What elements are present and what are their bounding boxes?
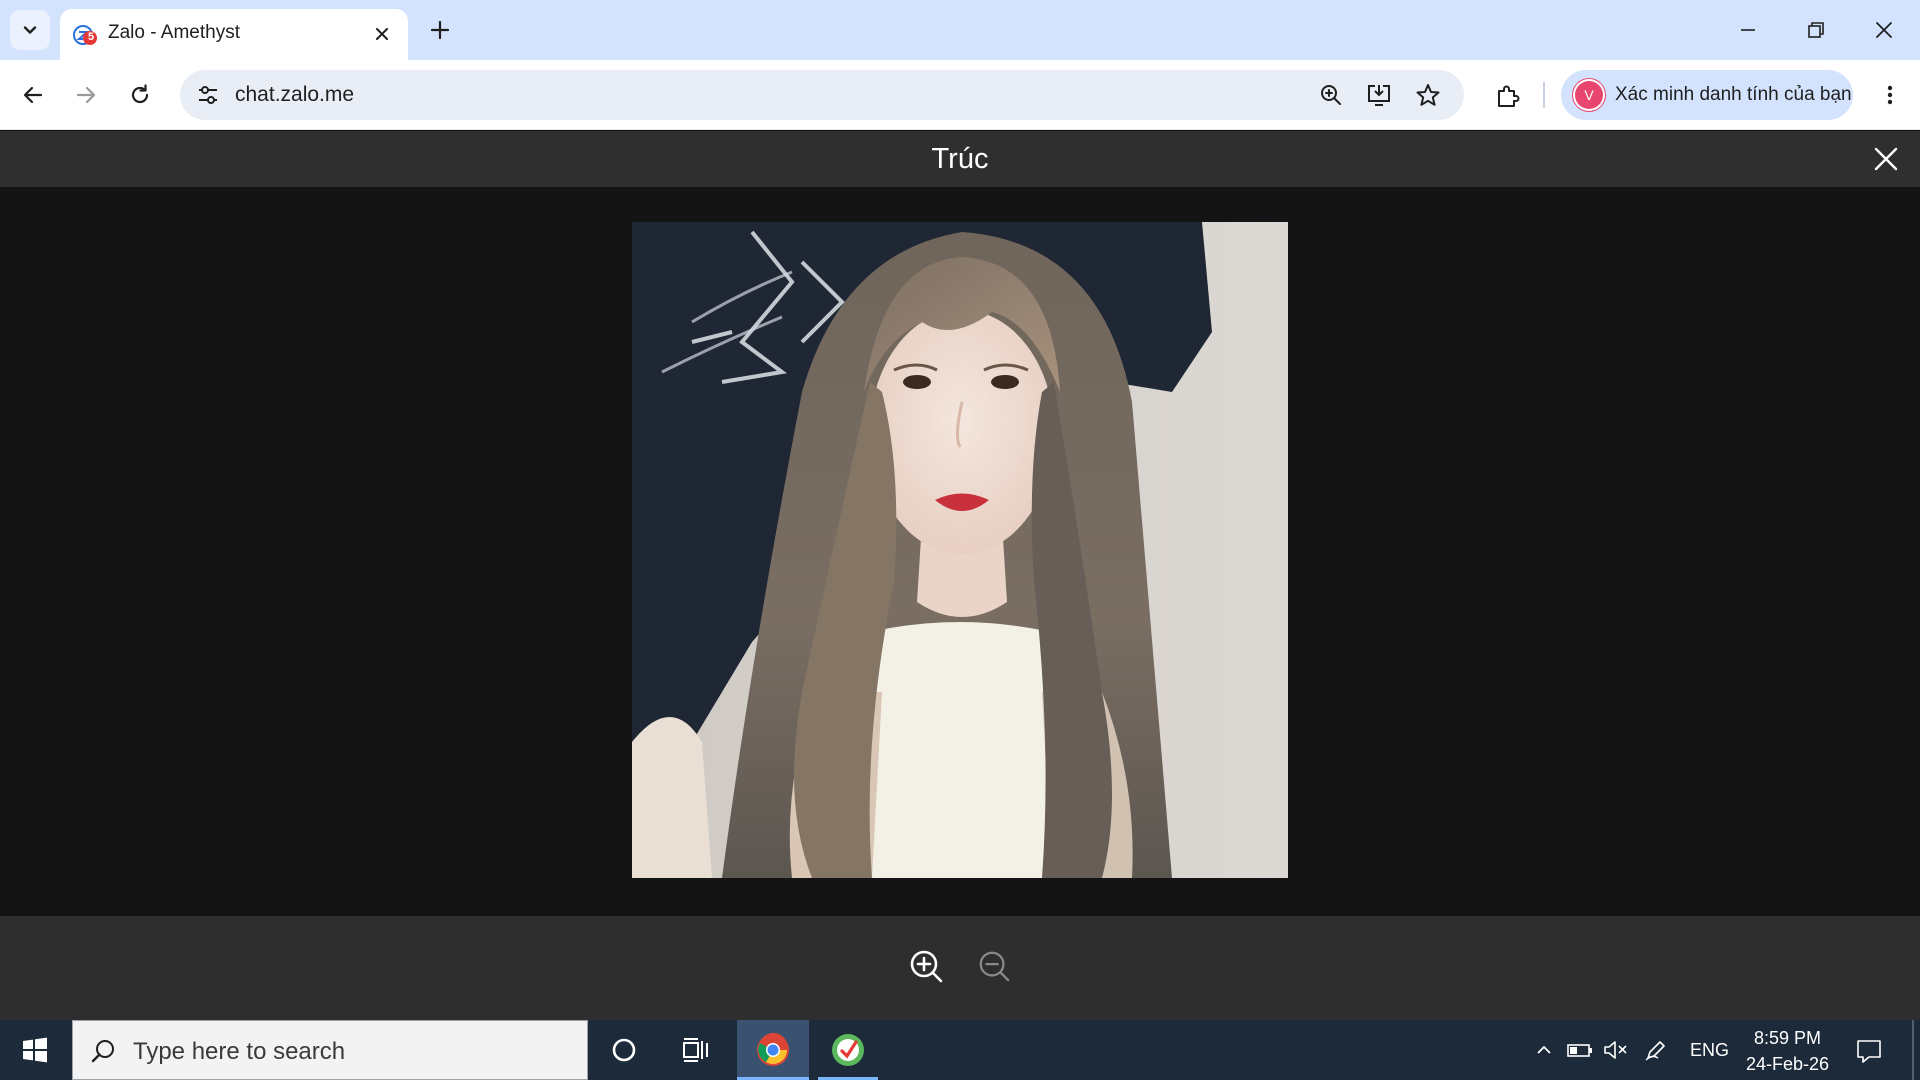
profile-chip-label: Xác minh danh tính của bạn [1615, 84, 1852, 105]
chevron-down-icon [23, 26, 37, 34]
site-info-button[interactable] [190, 77, 226, 113]
plus-icon [430, 20, 450, 40]
close-icon [1874, 147, 1898, 171]
browser-toolbar: chat.zalo.me V Xác minh danh tính của bạ… [0, 60, 1920, 130]
taskbar-chrome-app[interactable] [737, 1020, 809, 1080]
notification-icon [1857, 1040, 1881, 1063]
reload-button[interactable] [120, 75, 160, 115]
arrow-left-icon [23, 86, 43, 104]
url-text: chat.zalo.me [235, 83, 355, 106]
bookmark-button[interactable] [1412, 79, 1444, 111]
new-tab-button[interactable] [422, 12, 458, 48]
restore-button[interactable] [1782, 0, 1850, 60]
clock-date: 24-Feb-26 [1745, 1054, 1830, 1074]
minimize-icon [1741, 29, 1755, 31]
windows-logo-icon [23, 1037, 47, 1063]
task-view-icon [683, 1038, 708, 1062]
install-icon [1368, 85, 1390, 106]
browser-tab-strip: 5 Zalo - Amethyst [0, 0, 1920, 60]
battery-button[interactable] [1564, 1034, 1596, 1066]
chrome-icon [757, 1032, 789, 1066]
back-button[interactable] [13, 75, 53, 115]
search-icon [87, 1035, 119, 1067]
profile-avatar: V [1575, 81, 1603, 109]
cortana-circle-icon [612, 1038, 636, 1062]
tab-zalo[interactable]: 5 Zalo - Amethyst [60, 9, 408, 60]
close-icon [376, 28, 388, 40]
taskbar-search-placeholder: Type here to search [133, 1038, 346, 1065]
forward-button[interactable] [66, 75, 106, 115]
clock-time: 8:59 PM [1753, 1028, 1822, 1048]
tab-search-button[interactable] [10, 10, 50, 50]
address-bar[interactable]: chat.zalo.me [180, 70, 1464, 120]
browser-menu-button[interactable] [1870, 75, 1910, 115]
star-icon [1416, 84, 1440, 106]
chevron-up-icon [1537, 1045, 1551, 1054]
zoom-out-icon [979, 951, 1010, 982]
restore-icon [1808, 22, 1824, 38]
show-desktop-button[interactable] [1912, 1020, 1914, 1080]
tab-title: Zalo - Amethyst [108, 22, 240, 43]
reload-icon [131, 84, 149, 104]
viewer-zoom-in-button[interactable] [906, 946, 946, 986]
pen-icon [1645, 1041, 1665, 1061]
task-view-button[interactable] [660, 1020, 732, 1080]
action-center-button[interactable] [1850, 1032, 1888, 1070]
profile-identity-chip[interactable]: V Xác minh danh tính của bạn [1561, 70, 1853, 120]
taskbar-clock[interactable]: 8:59 PM 24-Feb-26 [1740, 1025, 1835, 1077]
cortana-button[interactable] [588, 1020, 660, 1080]
install-app-button[interactable] [1363, 79, 1395, 111]
show-hidden-icons-button[interactable] [1528, 1034, 1560, 1066]
taskbar-search-box[interactable]: Type here to search [72, 1020, 588, 1080]
window-close-button[interactable] [1850, 0, 1918, 60]
pen-button[interactable] [1640, 1034, 1672, 1066]
windows-taskbar: Type here to search ENG 8:59 PM 24-Feb-2… [0, 1020, 1920, 1080]
zoom-in-icon [910, 950, 943, 983]
volume-muted-icon [1604, 1041, 1627, 1059]
more-vertical-icon [1887, 85, 1893, 105]
viewer-close-button[interactable] [1868, 141, 1904, 177]
taskbar-coccoc-app[interactable] [812, 1020, 884, 1080]
viewer-header: Trúc [0, 131, 1920, 187]
volume-button[interactable] [1600, 1034, 1632, 1066]
arrow-right-icon [76, 86, 96, 104]
start-button[interactable] [0, 1020, 70, 1080]
minimize-button[interactable] [1714, 0, 1782, 60]
favicon-badge: 5 [87, 31, 95, 43]
portrait-illustration [632, 222, 1288, 878]
tune-icon [199, 86, 217, 104]
viewer-stage [0, 187, 1920, 916]
viewer-zoom-out-button[interactable] [974, 946, 1014, 986]
extensions-button[interactable] [1488, 77, 1526, 115]
coccoc-icon [832, 1034, 864, 1066]
portrait-photo[interactable] [632, 222, 1288, 878]
battery-icon [1567, 1044, 1592, 1057]
close-icon [1876, 22, 1892, 38]
zalo-favicon-icon: 5 [72, 22, 98, 48]
tab-close-button[interactable] [368, 20, 396, 48]
viewer-footer [0, 916, 1920, 1020]
toolbar-divider [1543, 82, 1545, 108]
zoom-in-icon [1321, 85, 1341, 105]
viewer-title: Trúc [931, 143, 989, 175]
puzzle-icon [1498, 85, 1520, 107]
zoom-indicator-button[interactable] [1315, 79, 1347, 111]
input-language-indicator[interactable]: ENG [1690, 1040, 1729, 1061]
